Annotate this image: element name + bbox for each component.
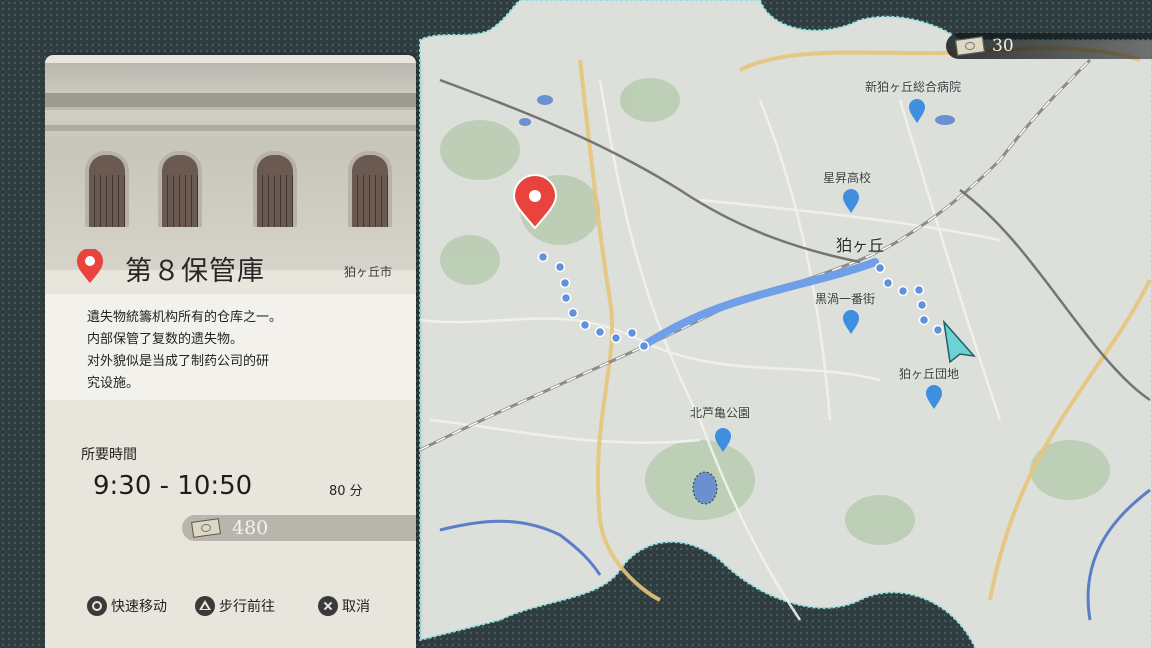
place-label-street: 黒渦一番街 [815, 292, 876, 306]
area-label: 狛ヶ丘 [836, 236, 885, 255]
travel-cost: 480 [182, 515, 416, 541]
map-pin-icon[interactable] [843, 189, 859, 213]
map-pin-icon[interactable] [843, 310, 859, 334]
description-line: 对外貌似是当成了制药公司的研 [87, 354, 270, 369]
place-label-park: 北芦亀公園 [690, 406, 751, 420]
map-pin-icon[interactable] [715, 428, 731, 452]
cross-button-icon [318, 596, 338, 616]
location-pin-icon [77, 249, 103, 283]
place-label-hospital: 新狛ヶ丘総合病院 [865, 80, 962, 94]
location-photo [45, 63, 416, 270]
banknote-icon [955, 36, 985, 56]
money-display: 30 [946, 33, 1152, 59]
location-title: 第８保管庫 [125, 256, 265, 287]
circle-button-icon [87, 596, 107, 616]
fast-travel-button[interactable]: 快速移动 [87, 595, 167, 617]
fast-travel-label: 快速移动 [111, 599, 167, 615]
cancel-button[interactable]: 取消 [318, 595, 370, 617]
description-line: 究设施。 [87, 376, 140, 391]
place-label-apartments: 狛ヶ丘団地 [899, 367, 960, 381]
travel-duration: 80 分 [329, 484, 363, 499]
description-line: 内部保管了复数的遗失物。 [87, 332, 244, 347]
place-label-school: 星昇高校 [823, 171, 872, 185]
walk-label: 步行前往 [219, 599, 275, 615]
travel-time-label: 所要時間 [81, 447, 137, 463]
money-amount: 30 [992, 36, 1014, 56]
banknote-icon [191, 518, 221, 538]
cancel-label: 取消 [342, 599, 370, 615]
location-city: 狛ヶ丘市 [343, 265, 392, 279]
location-description: 遺失物統籌机构所有的仓库之一。 内部保管了复数的遗失物。 对外貌似是当成了制药公… [45, 294, 416, 400]
travel-cost-amount: 480 [232, 517, 269, 539]
travel-time-range: 9:30 - 10:50 [93, 471, 253, 501]
map-pin-icon[interactable] [909, 99, 925, 123]
location-info-panel: 第８保管庫 狛ヶ丘市 遺失物統籌机构所有的仓库之一。 内部保管了复数的遗失物。 … [45, 55, 416, 648]
walk-button[interactable]: 步行前往 [195, 595, 275, 617]
triangle-button-icon [195, 596, 215, 616]
map-pin-icon[interactable] [926, 385, 942, 409]
description-line: 遺失物統籌机构所有的仓库之一。 [87, 310, 283, 325]
